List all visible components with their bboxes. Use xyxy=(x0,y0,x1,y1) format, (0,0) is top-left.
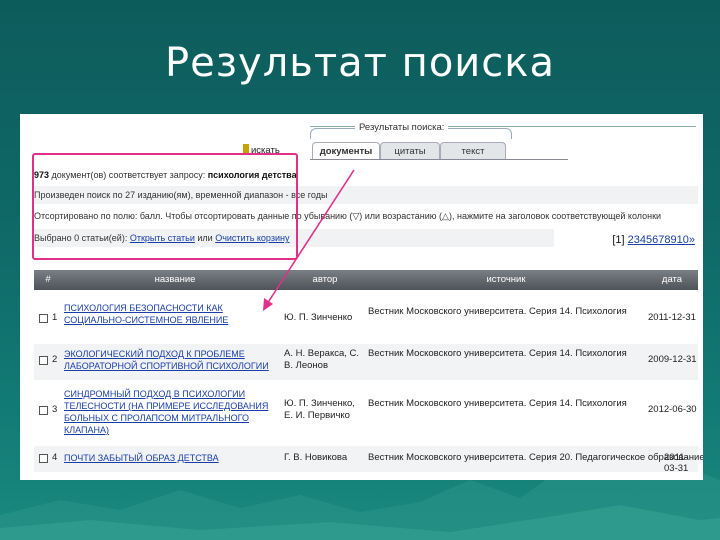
col-author-header[interactable]: автор xyxy=(284,270,366,290)
article-title-link[interactable]: Синдромный подход в психологии телесност… xyxy=(64,388,280,436)
tab-underline xyxy=(310,159,568,160)
col-source-header[interactable]: источник xyxy=(368,270,644,290)
article-title-link[interactable]: Психология безопасности как социально-си… xyxy=(64,302,274,326)
pagination: [1] 2345678910» xyxy=(612,234,695,246)
row-number: 1 xyxy=(52,312,58,323)
article-title-link[interactable]: Почти забытый образ детства xyxy=(64,452,274,464)
tab-citations[interactable]: цитаты xyxy=(380,142,440,160)
article-author: Г. В. Новикова xyxy=(284,452,348,463)
article-author: А. Н. Веракса, С. В. Леонов xyxy=(284,348,360,371)
tab-text[interactable]: текст xyxy=(440,142,506,160)
row-number: 2 xyxy=(52,354,58,365)
row-checkbox[interactable] xyxy=(39,406,48,415)
row-number: 4 xyxy=(52,452,58,463)
table-row: 3 Синдромный подход в психологии телесно… xyxy=(34,384,698,440)
article-author: Ю. П. Зинченко, Е. И. Первичко xyxy=(284,398,355,421)
row-checkbox[interactable] xyxy=(39,356,48,365)
page-current: [1] xyxy=(612,234,625,246)
article-source: Вестник Московского университета. Серия … xyxy=(368,398,627,409)
col-date-header[interactable]: дата xyxy=(646,270,698,290)
col-num-header[interactable]: # xyxy=(34,270,62,290)
page-link[interactable]: 10 xyxy=(677,234,689,246)
row-checkbox[interactable] xyxy=(39,454,48,463)
row-checkbox[interactable] xyxy=(39,314,48,323)
article-date: 2012-06-30 xyxy=(648,404,697,415)
table-row: 2 Экологический подход к проблеме лабора… xyxy=(34,344,698,380)
search-results-screenshot: Результаты поиска: искать документы цита… xyxy=(20,114,703,480)
article-title-link[interactable]: Экологический подход к проблеме лаборато… xyxy=(64,348,274,372)
article-date: 2011-12-31 xyxy=(648,312,696,323)
article-source: Вестник Московского университета. Серия … xyxy=(368,452,703,463)
tab-documents[interactable]: документы xyxy=(312,142,380,160)
row-number: 3 xyxy=(52,404,58,415)
col-title-header[interactable]: название xyxy=(64,270,286,290)
table-row: 1 Психология безопасности как социально-… xyxy=(34,300,698,340)
panel-caption: Результаты поиска: xyxy=(355,122,449,133)
highlight-box xyxy=(32,153,298,260)
article-date: 2009-12-31 xyxy=(648,354,697,365)
article-source: Вестник Московского университета. Серия … xyxy=(368,348,627,359)
article-date: 2011-03-31 xyxy=(664,452,689,474)
results-table-header: # название автор источник дата xyxy=(34,270,698,290)
article-author: Ю. П. Зинченко xyxy=(284,312,353,323)
table-row: 4 Почти забытый образ детства Г. В. Нови… xyxy=(34,446,703,474)
slide-title: Результат поиска xyxy=(165,40,555,86)
page-next-link[interactable]: » xyxy=(689,234,695,246)
article-source: Вестник Московского университета. Серия … xyxy=(368,306,627,317)
